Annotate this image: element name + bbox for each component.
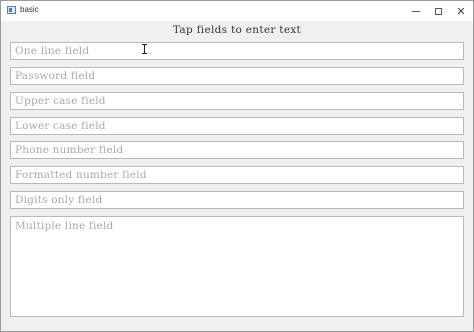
text-cursor-icon: [142, 44, 147, 54]
minimize-button[interactable]: [404, 1, 428, 21]
page-title: Tap fields to enter text: [172, 24, 302, 36]
title-bar[interactable]: basic ✕: [1, 1, 473, 21]
app-window-icon: [7, 6, 16, 14]
form-content: Tap fields to enter text One line field …: [1, 21, 473, 331]
lower-case-field[interactable]: Lower case field: [10, 117, 464, 135]
maximize-button[interactable]: [426, 1, 450, 21]
window-title: basic: [20, 5, 39, 14]
upper-case-field[interactable]: Upper case field: [10, 92, 464, 110]
phone-number-field[interactable]: Phone number field: [10, 141, 464, 159]
close-button[interactable]: ✕: [449, 1, 473, 21]
multiple-line-field[interactable]: Multiple line field: [10, 216, 464, 317]
minimize-icon: [412, 11, 420, 12]
digits-only-field[interactable]: Digits only field: [10, 191, 464, 209]
maximize-icon: [434, 7, 442, 15]
password-field[interactable]: Password field: [10, 67, 464, 85]
close-icon: ✕: [456, 4, 466, 18]
app-window: basic ✕ Tap fields to enter text One lin…: [0, 0, 474, 332]
one-line-field[interactable]: One line field: [10, 42, 464, 60]
formatted-number-field[interactable]: Formatted number field: [10, 166, 464, 184]
